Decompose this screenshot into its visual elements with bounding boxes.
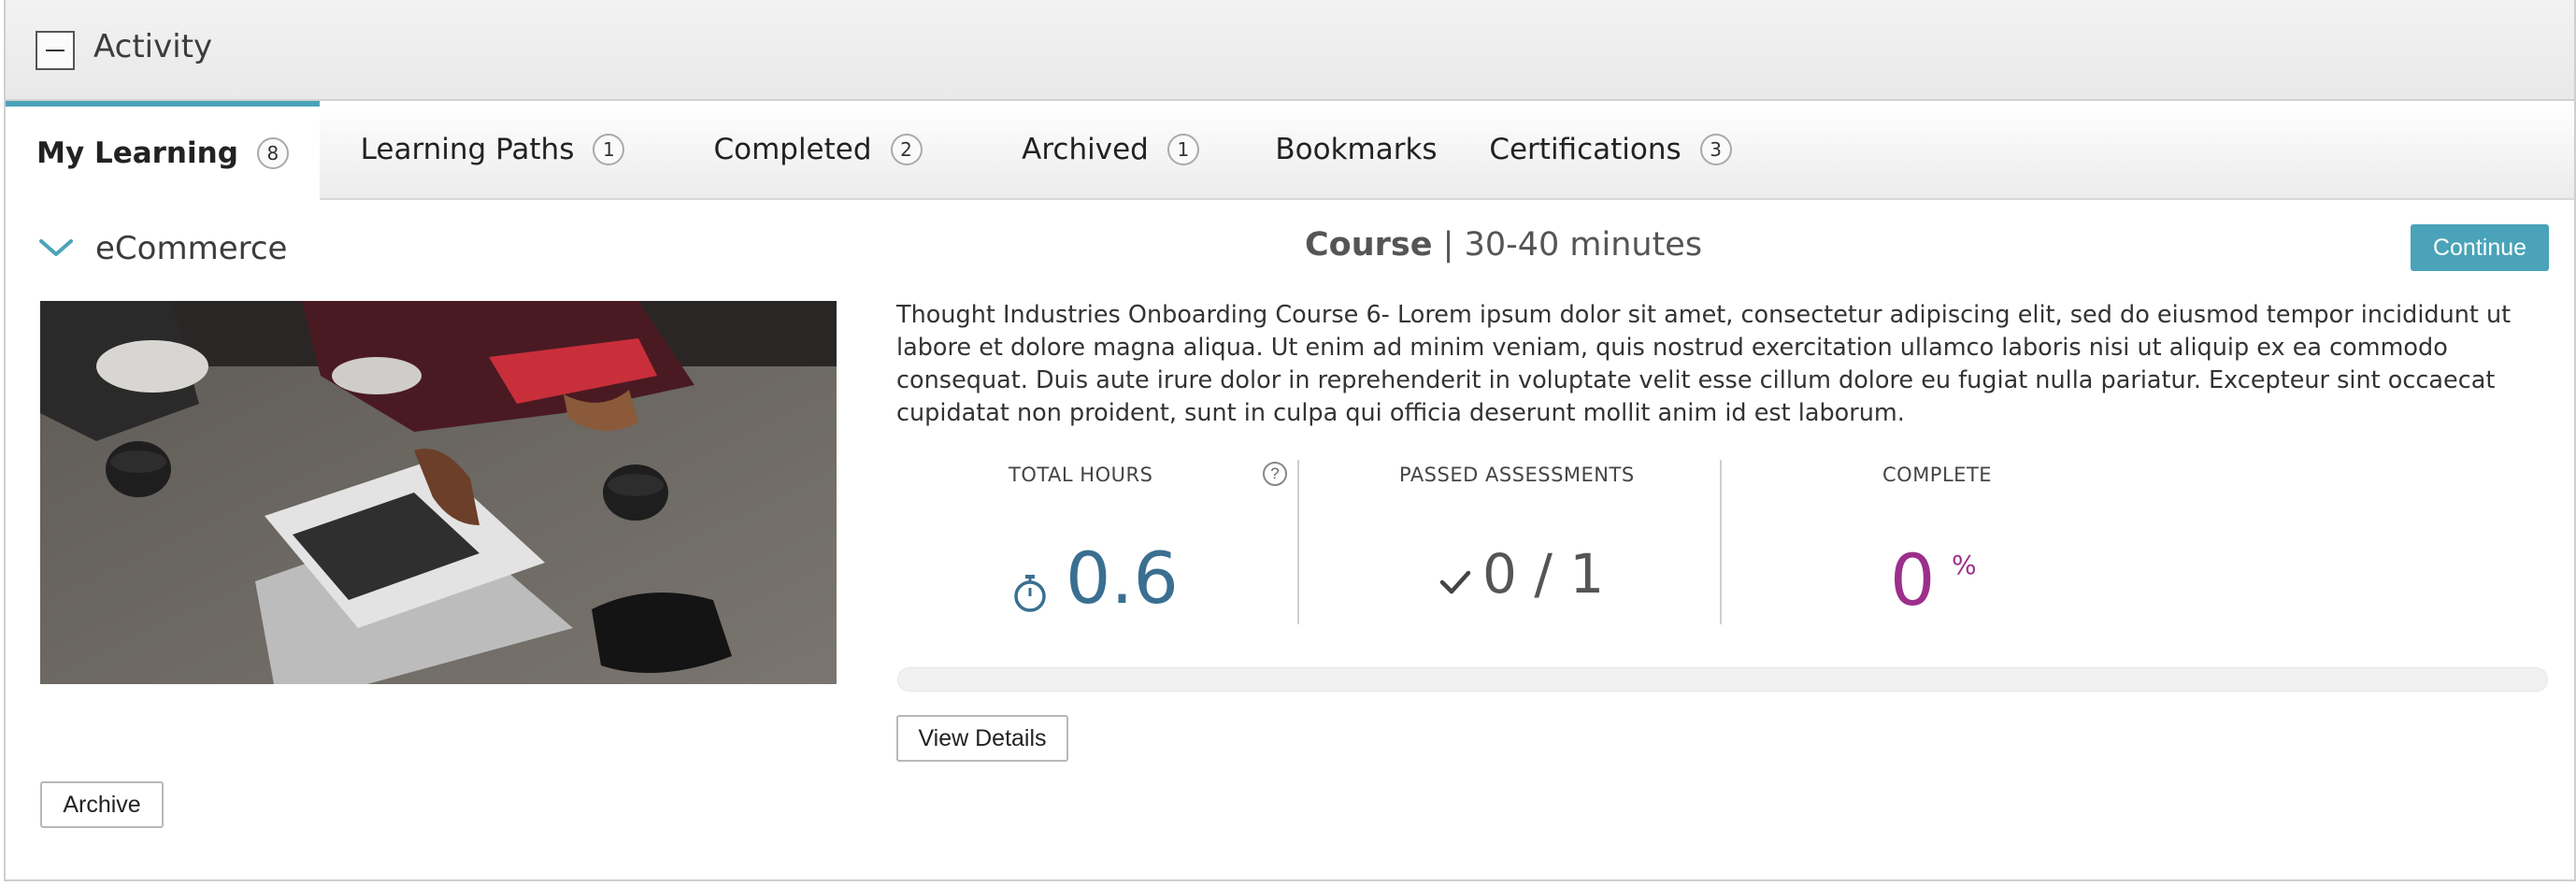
passed-assessments-value: 0 / 1: [1482, 542, 1605, 606]
continue-button[interactable]: Continue: [2411, 224, 2549, 271]
chevron-down-icon[interactable]: [37, 234, 75, 262]
tab-label: My Learning: [36, 136, 238, 170]
course-image: [40, 301, 837, 684]
tab-learning-paths[interactable]: Learning Paths 1: [320, 101, 665, 198]
tab-certifications[interactable]: Certifications 3: [1462, 101, 1759, 198]
activity-header: Activity: [6, 0, 2574, 101]
stat-divider: [1297, 460, 1299, 624]
complete-label: COMPLETE: [1882, 464, 1993, 486]
tab-count-badge: 1: [593, 134, 625, 165]
tab-my-learning[interactable]: My Learning 8: [6, 101, 320, 200]
tab-label: Archived: [1022, 133, 1149, 166]
view-details-button[interactable]: View Details: [896, 715, 1068, 762]
course-meta: Course | 30-40 minutes: [1305, 226, 1702, 264]
course-type: Course: [1305, 226, 1433, 264]
panel-title: Activity: [93, 28, 213, 65]
archive-button[interactable]: Archive: [40, 781, 164, 828]
collapse-button[interactable]: [36, 31, 75, 70]
course-description: Thought Industries Onboarding Course 6- …: [896, 301, 2512, 427]
course-title: eCommerce: [95, 230, 288, 267]
tab-label: Completed: [713, 133, 872, 166]
progress-bar: [897, 667, 2548, 692]
photo-laptop-coffee-icon: [40, 301, 837, 684]
tab-bar: My Learning 8 Learning Paths 1 Completed…: [6, 101, 2574, 200]
tab-count-badge: 3: [1699, 134, 1732, 165]
tab-archived[interactable]: Archived 1: [970, 101, 1251, 198]
tab-count-badge: 2: [890, 134, 923, 165]
course-duration: 30-40 minutes: [1464, 226, 1703, 264]
percent-sign: %: [1952, 550, 1977, 580]
activity-panel: Activity My Learning 8 Learning Paths 1 …: [4, 0, 2576, 881]
total-hours-value: 0.6: [1066, 536, 1179, 620]
tab-completed[interactable]: Completed 2: [665, 101, 970, 198]
tab-label: Bookmarks: [1275, 133, 1438, 166]
tab-count-badge: 1: [1166, 134, 1199, 165]
help-icon[interactable]: ?: [1263, 462, 1287, 486]
tab-count-badge: 8: [256, 137, 289, 169]
tab-label: Certifications: [1489, 133, 1682, 166]
total-hours-label: TOTAL HOURS: [1009, 464, 1153, 486]
complete-value: 0: [1890, 538, 1936, 622]
tab-bookmarks[interactable]: Bookmarks: [1251, 101, 1462, 198]
tab-label: Learning Paths: [360, 133, 575, 166]
stat-divider: [1720, 460, 1722, 624]
meta-separator: |: [1442, 226, 1454, 264]
checkmark-icon: [1439, 570, 1471, 594]
stopwatch-icon: [1014, 575, 1046, 612]
passed-assessments-label: PASSED ASSESSMENTS: [1399, 464, 1635, 486]
